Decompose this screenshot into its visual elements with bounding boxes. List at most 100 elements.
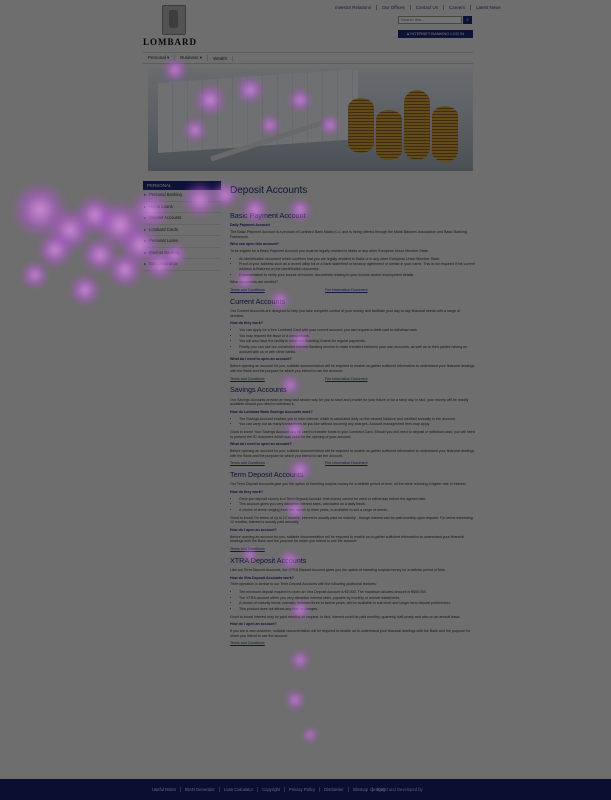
list-item: A choice of maturity terms, normally bet…	[239, 601, 475, 606]
top-link-contact-us[interactable]: Contact Us	[409, 5, 443, 10]
bullet-list: The minimum deposit required to open an …	[230, 590, 475, 612]
paragraph: Good to know! Your Savings Account can b…	[230, 429, 475, 439]
brand-name: LOMBARD	[143, 37, 197, 47]
footer: Useful Notes IBAN Generator Loan Calcula…	[0, 779, 611, 800]
list-item: This account gives you very attractive i…	[239, 502, 475, 507]
list-item: You can apply for a free Lombard Card wi…	[239, 328, 475, 333]
search-input[interactable]: Search this...	[398, 16, 462, 24]
section-current-accounts: Current Accounts Our Current Accounts ar…	[230, 297, 475, 381]
list-item: Once you deposit money in a Term Deposit…	[239, 497, 475, 502]
sidebar-item-internet-banking[interactable]: Internet Banking	[143, 248, 221, 259]
bullet-list: An identification document which confirm…	[230, 257, 475, 278]
terms-link[interactable]: Terms and Conditions	[230, 641, 325, 646]
footer-links: Useful Notes IBAN Generator Loan Calcula…	[148, 787, 389, 792]
question: What do I need to open an account?	[230, 442, 292, 447]
coin-stack-3	[404, 90, 430, 160]
search-icon: ⌕	[466, 17, 469, 23]
paragraph: Our Term Deposit Accounts give you the o…	[230, 482, 467, 487]
question: How do they work?	[230, 321, 263, 326]
question: How do they work?	[230, 489, 263, 494]
page-title: Deposit Accounts	[230, 185, 308, 196]
section-links: Terms and Conditions Fee Information Doc…	[230, 288, 475, 293]
main-content: Deposit Accounts Basic Payment Account D…	[230, 184, 475, 650]
bullet-list: Once you deposit money in a Term Deposit…	[230, 497, 475, 513]
list-item: You can carry out as many transactions a…	[239, 422, 475, 427]
page: LOMBARD Investor Relations Our Offices C…	[0, 0, 611, 800]
section-title: Basic Payment Account	[230, 211, 306, 220]
paragraph: Good to know! On terms of up to 12 month…	[230, 515, 473, 525]
footer-link-sitemap[interactable]: Sitemap	[347, 787, 372, 792]
section-subtitle: Daily Payment Account	[230, 223, 270, 228]
list-item: An identification document which confirm…	[239, 257, 475, 262]
paragraph: Our Current Accounts are designed to hel…	[230, 309, 461, 318]
question: How do Lombard Bank Savings Accounts wor…	[230, 409, 313, 414]
sidebar: PERSONAL Personal Banking Home Loans Dep…	[143, 181, 221, 271]
section-savings-accounts: Savings Accounts Our Savings Accounts pr…	[230, 385, 475, 466]
paragraph: To be eligible for a Basic Payment Accou…	[230, 249, 429, 254]
paragraph: Good to know! Interest may be paid month…	[230, 614, 461, 619]
nav-wealth[interactable]: Wealth	[208, 55, 233, 61]
coin-stack-2	[376, 110, 402, 160]
paragraph: Before opening an account for you, suita…	[230, 364, 475, 373]
section-title: Term Deposit Accounts	[230, 469, 304, 479]
section-links: Terms and Conditions	[230, 547, 475, 552]
paragraph: Their operation is similar to our Term D…	[230, 582, 377, 587]
top-link-careers[interactable]: Careers	[442, 5, 470, 10]
search-button[interactable]: ⌕	[463, 16, 472, 24]
sidebar-item-bancassurance[interactable]: Bancassurance	[143, 259, 221, 271]
lombard-emblem-icon	[162, 5, 186, 35]
sidebar-item-lombard-cards[interactable]: Lombard Cards	[143, 225, 221, 236]
terms-link[interactable]: Terms and Conditions	[230, 288, 325, 293]
section-title: XTRA Deposit Accounts	[230, 555, 307, 565]
list-item: The minimum deposit required to open an …	[239, 590, 475, 595]
top-link-latest-news[interactable]: Latest News	[470, 5, 506, 10]
sidebar-item-personal-banking[interactable]: Personal Banking	[143, 190, 221, 202]
main-nav: Personal ▾ Business ▾ Wealth	[143, 52, 473, 64]
fee-info-link[interactable]: Fee Information Document	[325, 288, 420, 293]
section-term-deposit-accounts: Term Deposit Accounts Our Term Deposit A…	[230, 470, 475, 552]
sidebar-item-personal-loans[interactable]: Personal Loans	[143, 236, 221, 248]
terms-link[interactable]: Terms and Conditions	[230, 461, 325, 466]
list-item: You will also have the facility to estab…	[239, 339, 475, 344]
list-item: Finally, you can use our convenient Inte…	[239, 345, 475, 354]
paragraph: What documents are needed?	[230, 280, 279, 285]
terms-link[interactable]: Terms and Conditions	[230, 377, 325, 382]
footer-link-disclaimer[interactable]: Disclaimer	[319, 787, 348, 792]
footer-link-copyright[interactable]: Copyright	[257, 787, 284, 792]
footer-link-useful-notes[interactable]: Useful Notes	[148, 787, 180, 792]
internet-banking-label: INTERNET BANKING LOG IN	[410, 31, 464, 36]
top-link-our-offices[interactable]: Our Offices	[376, 5, 410, 10]
list-item: This product does not attract any fees o…	[239, 607, 475, 612]
question: How do I open an account?	[230, 527, 277, 532]
sidebar-item-home-loans[interactable]: Home Loans	[143, 202, 221, 213]
nav-personal[interactable]: Personal ▾	[143, 55, 176, 61]
list-item: A choice of terms ranging from one month…	[239, 508, 475, 513]
sidebar-header: PERSONAL	[143, 181, 221, 190]
bullet-list: The Savings Account enables you to earn …	[230, 417, 475, 427]
lombard-logo[interactable]: LOMBARD	[143, 5, 203, 47]
list-item: The Savings Account enables you to earn …	[239, 417, 475, 422]
fee-info-link[interactable]: Fee Information Document	[325, 377, 420, 382]
section-xtra-deposit-accounts: XTRA Deposit Accounts Like our Term Depo…	[230, 556, 475, 646]
question: What do I need to open an account?	[230, 357, 292, 362]
footer-link-privacy-policy[interactable]: Privacy Policy	[284, 787, 319, 792]
list-item: The XTRA account offers you very attract…	[239, 596, 475, 601]
terms-link[interactable]: Terms and Conditions	[230, 547, 325, 552]
section-links: Terms and Conditions Fee Information Doc…	[230, 377, 475, 382]
section-links: Terms and Conditions Fee Information Doc…	[230, 461, 475, 466]
coin-stack-1	[348, 98, 374, 153]
section-links: Terms and Conditions	[230, 641, 475, 646]
question: Who can open this account?	[230, 242, 279, 247]
footer-link-loan-calculator[interactable]: Loan Calculator	[218, 787, 257, 792]
sidebar-item-deposit-accounts[interactable]: Deposit Accounts	[143, 213, 221, 225]
fee-info-link[interactable]: Fee Information Document	[325, 461, 420, 466]
paragraph: The Basic Payment Account is a product o…	[230, 230, 467, 239]
footer-link-iban-generator[interactable]: IBAN Generator	[179, 787, 219, 792]
coin-stack-4	[432, 106, 458, 162]
paragraph: Like our Term Deposit Accounts, the XTRA…	[230, 568, 446, 573]
nav-business[interactable]: Business ▾	[175, 55, 209, 61]
hero-banner-image	[148, 68, 473, 171]
internet-banking-login-button[interactable]: 🔒︎ INTERNET BANKING LOG IN	[398, 30, 473, 38]
list-item: Proof of your address such as a recent u…	[239, 262, 475, 271]
top-link-investor-relations[interactable]: Investor Relations	[330, 5, 376, 10]
